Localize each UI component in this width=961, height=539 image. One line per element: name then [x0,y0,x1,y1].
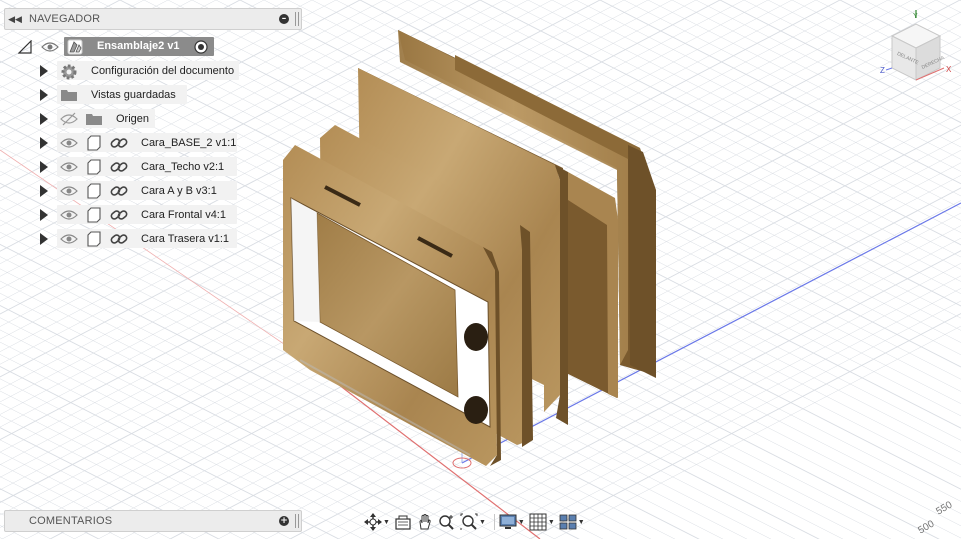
link-icon [110,186,128,196]
eye-icon[interactable] [60,136,78,150]
collapse-left-icon[interactable]: ◀◀ [5,14,25,25]
component-icon [87,183,101,199]
capture-position-button[interactable] [394,512,412,532]
tree-item-label: Cara A y B v3:1 [141,185,217,197]
tree-item-label: Cara_Techo v2:1 [141,161,225,173]
tree-item[interactable]: Cara A y B v3:1 [0,180,260,202]
link-icon [110,210,128,220]
eye-icon[interactable] [60,184,78,198]
comments-header[interactable]: COMENTARIOS + [4,510,302,532]
eye-icon[interactable] [41,40,59,54]
toolbar-separator [493,514,495,530]
fit-button[interactable]: ▼ [460,512,486,532]
root-label: Ensamblaje2 v1 [97,40,180,52]
grid-settings-button[interactable]: ▼ [529,512,555,532]
activate-radio-icon[interactable] [194,40,208,54]
eye-icon[interactable] [60,208,78,222]
axis-x-label: X [946,65,952,74]
capture-icon [395,515,411,530]
move-cross-icon [364,513,382,531]
component-icon [87,135,101,151]
tree-item[interactable]: Cara_BASE_2 v1:1 [0,132,260,154]
viewports-icon [559,514,577,530]
zoom-button[interactable] [438,512,456,532]
expand-triangle-icon[interactable] [40,233,48,245]
tree-item-label: Cara_BASE_2 v1:1 [141,137,237,149]
assembly-icon [67,39,83,55]
expand-triangle-icon[interactable] [40,161,48,173]
component-icon [87,207,101,223]
navigator-header[interactable]: ◀◀ NAVEGADOR – [4,8,302,30]
tree-item-label: Origen [116,113,150,125]
monitor-icon [499,514,517,529]
eye-icon[interactable] [60,232,78,246]
tree-item-label: Configuración del documento [91,65,235,77]
tree-item[interactable]: Cara Frontal v4:1 [0,204,260,226]
link-icon [110,162,128,172]
add-comment-icon[interactable]: + [279,516,289,526]
zoom-fit-icon [460,513,478,530]
viewports-button[interactable]: ▼ [559,512,585,532]
navigator-title: NAVEGADOR [29,13,101,25]
expanded-triangle-icon[interactable] [18,40,32,54]
tree-item[interactable]: Cara_Techo v2:1 [0,156,260,178]
link-icon [110,138,128,148]
gear-icon [61,64,77,80]
tree-item[interactable]: Vistas guardadas [0,84,260,106]
navigation-toolbar: ▼ ▼ ▼ ▼ ▼ [364,511,600,533]
orbit-tool-button[interactable]: ▼ [364,512,390,532]
eye-hidden-icon[interactable] [60,112,78,126]
eye-icon[interactable] [60,160,78,174]
expand-triangle-icon[interactable] [40,65,48,77]
panel-grip-icon[interactable] [295,514,299,528]
expand-triangle-icon[interactable] [40,185,48,197]
expand-triangle-icon[interactable] [40,113,48,125]
hand-icon [419,514,431,530]
panel-grip-icon[interactable] [295,12,299,26]
tree-item-label: Cara Frontal v4:1 [141,209,226,221]
display-settings-button[interactable]: ▼ [499,512,525,532]
folder-icon [86,114,102,125]
tree-item[interactable]: Configuración del documento [0,60,260,82]
expand-triangle-icon[interactable] [40,137,48,149]
tree-item[interactable]: Origen [0,108,260,130]
minus-circle-icon[interactable]: – [279,14,289,24]
view-cube[interactable]: Y DELANTE DERECHA X Z [878,10,958,90]
tree-item[interactable]: Cara Trasera v1:1 [0,228,260,250]
grid-icon [529,513,547,531]
component-icon [87,231,101,247]
comments-title: COMENTARIOS [29,515,113,527]
tree-item-label: Cara Trasera v1:1 [141,233,230,245]
axis-z-label: Z [880,66,885,75]
component-icon [87,159,101,175]
link-icon [110,234,128,244]
zoom-icon [439,515,454,530]
pan-button[interactable] [416,512,434,532]
axis-y-label: Y [913,13,918,20]
tree-root[interactable]: Ensamblaje2 v1 [0,36,220,58]
folder-icon [61,90,77,101]
expand-triangle-icon[interactable] [40,209,48,221]
tree-item-label: Vistas guardadas [91,89,176,101]
expand-triangle-icon[interactable] [40,89,48,101]
